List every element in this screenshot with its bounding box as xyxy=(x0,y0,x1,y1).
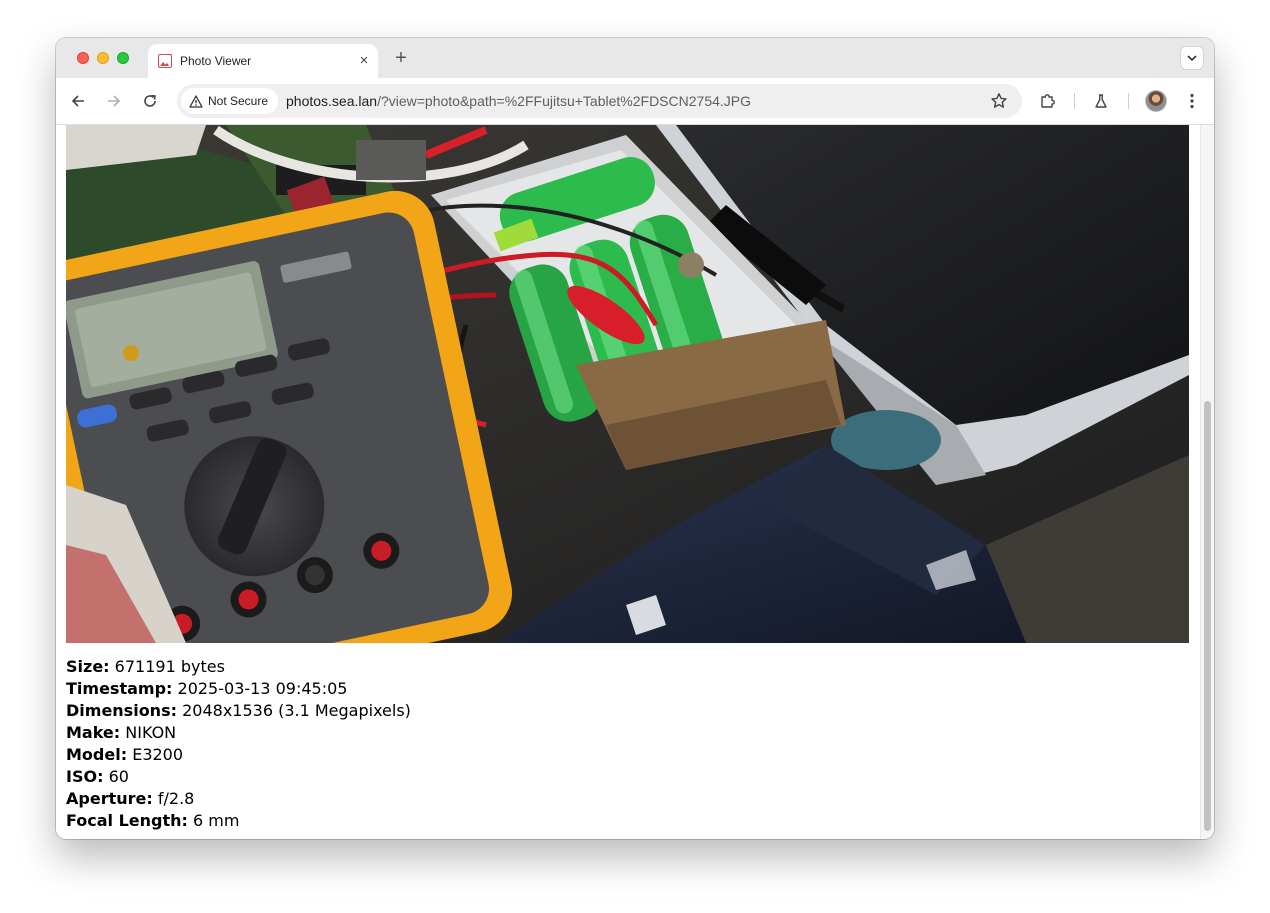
photo-illustration xyxy=(66,125,1189,643)
meta-value: 2025-03-13 09:45:05 xyxy=(177,679,348,698)
forward-button[interactable] xyxy=(103,90,125,112)
meta-row-timestamp: Timestamp: 2025-03-13 09:45:05 xyxy=(66,678,411,700)
toolbar-divider xyxy=(1074,93,1075,109)
security-chip[interactable]: Not Secure xyxy=(181,88,278,114)
url-path: /?view=photo&path=%2FFujitsu+Tablet%2FDS… xyxy=(377,93,752,109)
vertical-scrollbar[interactable] xyxy=(1200,125,1214,839)
meta-key: Timestamp: xyxy=(66,679,173,698)
puzzle-icon xyxy=(1041,94,1055,108)
meta-key: Size: xyxy=(66,657,110,676)
meta-key: Make: xyxy=(66,723,121,742)
flask-icon xyxy=(1095,94,1107,108)
meta-value: 60 xyxy=(108,767,129,786)
meta-row-make: Make: NIKON xyxy=(66,722,411,744)
photo-image[interactable] xyxy=(66,125,1189,643)
kebab-menu-icon xyxy=(1190,93,1194,109)
labs-button[interactable] xyxy=(1090,90,1112,112)
meta-key: Dimensions: xyxy=(66,701,177,720)
tab-title: Photo Viewer xyxy=(180,54,252,68)
tab-strip: Photo Viewer × + xyxy=(56,38,1214,78)
arrow-left-icon xyxy=(71,95,84,107)
meta-value: 6 mm xyxy=(193,811,240,830)
meta-row-focal-length: Focal Length: 6 mm xyxy=(66,810,411,832)
meta-key: Aperture: xyxy=(66,789,153,808)
reload-button[interactable] xyxy=(139,90,161,112)
arrow-right-icon xyxy=(108,95,121,107)
meta-key: Focal Length: xyxy=(66,811,188,830)
toolbar-divider xyxy=(1128,93,1129,109)
meta-row-size: Size: 671191 bytes xyxy=(66,656,411,678)
meta-row-dimensions: Dimensions: 2048x1536 (3.1 Megapixels) xyxy=(66,700,411,722)
meta-key: Model: xyxy=(66,745,128,764)
window-minimize-button[interactable] xyxy=(97,52,109,64)
tab-photo-viewer[interactable]: Photo Viewer × xyxy=(148,44,378,78)
meta-value: 671191 bytes xyxy=(114,657,225,676)
security-label: Not Secure xyxy=(208,94,269,108)
tab-close-icon[interactable]: × xyxy=(356,53,372,69)
meta-value: NIKON xyxy=(125,723,177,742)
meta-row-aperture: Aperture: f/2.8 xyxy=(66,788,411,810)
bookmark-star-icon[interactable] xyxy=(990,92,1008,110)
photo-favicon-icon xyxy=(158,54,172,68)
meta-value: 2048x1536 (3.1 Megapixels) xyxy=(182,701,411,720)
browser-window: Photo Viewer × + Not Secure photos.sea.l… xyxy=(56,38,1214,839)
meta-key: ISO: xyxy=(66,767,104,786)
meta-row-iso: ISO: 60 xyxy=(66,766,411,788)
profile-avatar[interactable] xyxy=(1145,90,1167,112)
new-tab-button[interactable]: + xyxy=(390,47,412,69)
scrollbar-thumb[interactable] xyxy=(1204,401,1211,831)
window-close-button[interactable] xyxy=(77,52,89,64)
window-maximize-button[interactable] xyxy=(117,52,129,64)
url-host: photos.sea.lan xyxy=(286,93,378,109)
extensions-button[interactable] xyxy=(1037,90,1059,112)
tab-search-button[interactable] xyxy=(1180,46,1204,70)
chevron-down-icon xyxy=(1187,55,1197,62)
browser-menu-button[interactable] xyxy=(1181,90,1203,112)
browser-toolbar: Not Secure photos.sea.lan/?view=photo&pa… xyxy=(56,78,1214,125)
photo-metadata: Size: 671191 bytes Timestamp: 2025-03-13… xyxy=(66,656,411,832)
meta-value: E3200 xyxy=(132,745,184,764)
page-content: Size: 671191 bytes Timestamp: 2025-03-13… xyxy=(56,125,1214,839)
warning-triangle-icon xyxy=(189,94,203,108)
back-button[interactable] xyxy=(67,90,89,112)
url-text[interactable]: photos.sea.lan/?view=photo&path=%2FFujit… xyxy=(286,93,751,109)
meta-value: f/2.8 xyxy=(157,789,195,808)
reload-icon xyxy=(144,94,156,107)
meta-row-model: Model: E3200 xyxy=(66,744,411,766)
address-bar[interactable]: Not Secure photos.sea.lan/?view=photo&pa… xyxy=(177,84,1022,118)
